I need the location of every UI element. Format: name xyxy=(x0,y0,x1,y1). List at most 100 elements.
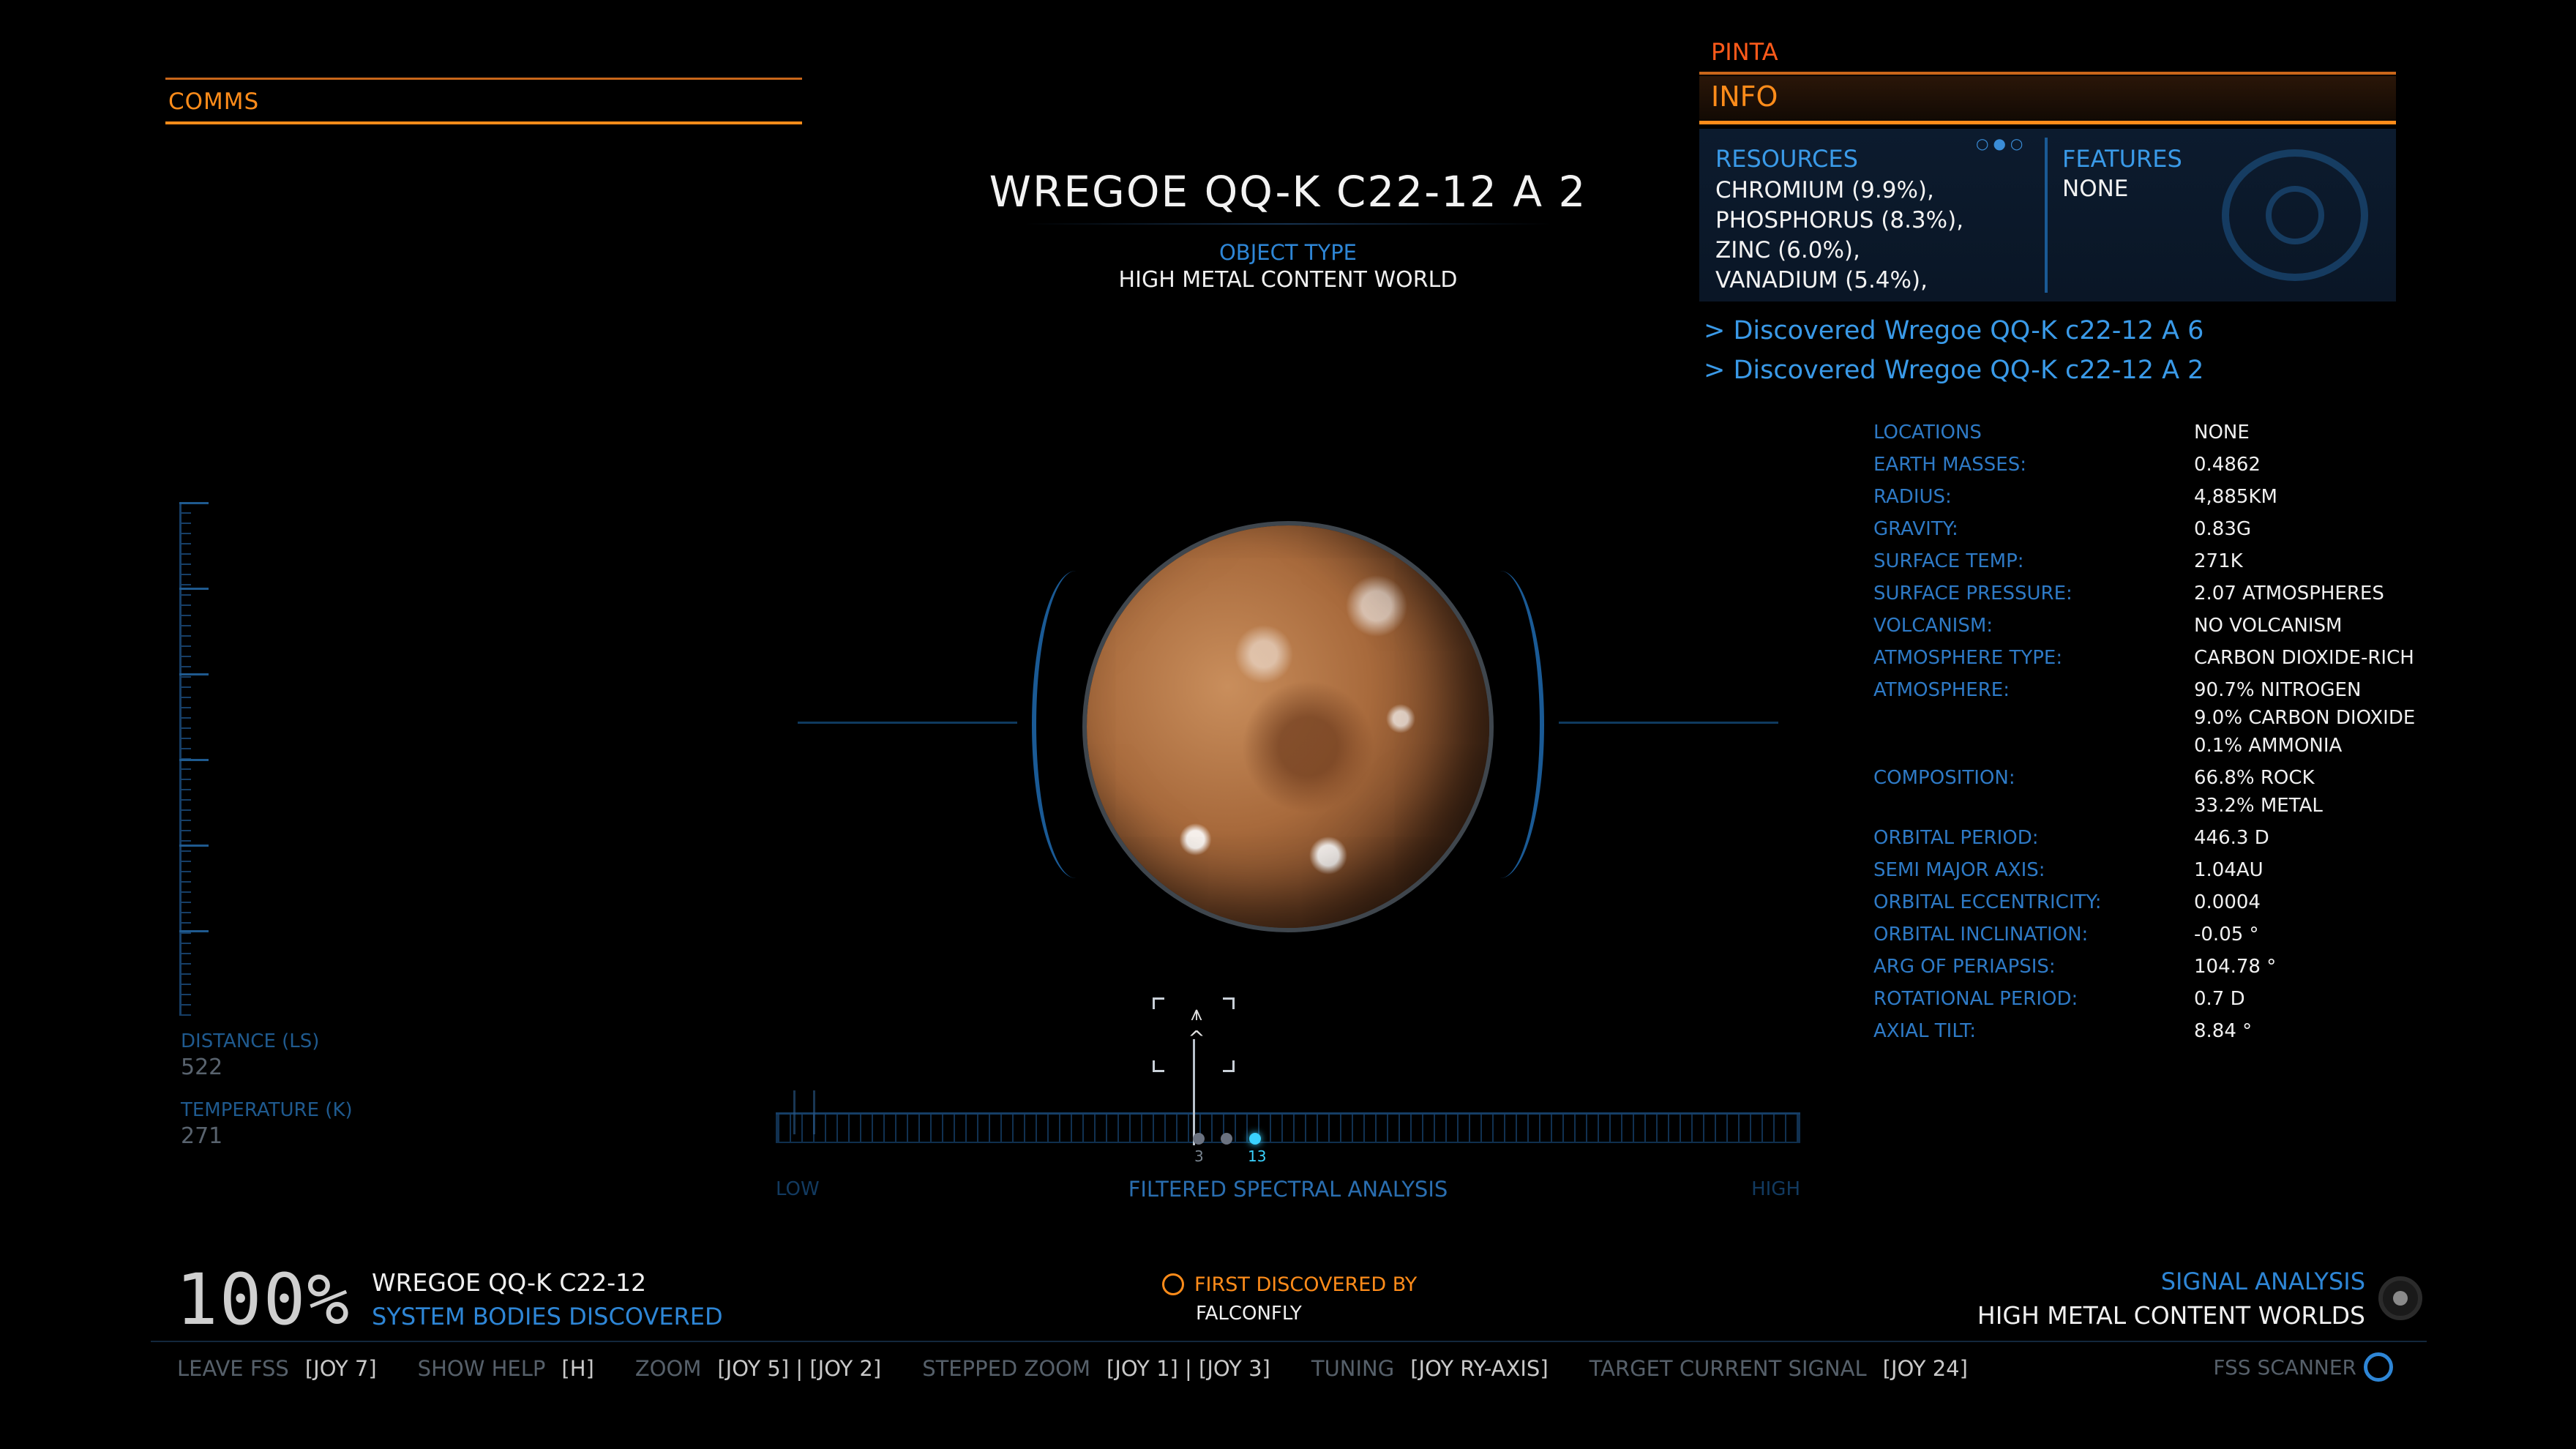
panel-header: PINTA xyxy=(1711,38,1778,66)
property-row: ATMOSPHERE TYPE: CARBON DIOXIDE-RICH xyxy=(1873,644,2430,672)
property-value: 446.3 D xyxy=(2194,827,2269,849)
property-label: AXIAL TILT: xyxy=(1873,1020,1977,1042)
signal-dot-active[interactable] xyxy=(1249,1133,1261,1145)
property-value: 8.84 ° xyxy=(2194,1020,2253,1042)
keybind-tuning[interactable]: TUNING [JOY RY-AXIS] xyxy=(1311,1356,1549,1385)
keybind-leave-fss[interactable]: LEAVE FSS [JOY 7] xyxy=(177,1356,377,1385)
property-row: COMPOSITION: 66.8% ROCK 33.2% METAL xyxy=(1873,764,2430,820)
keybind-label: TUNING xyxy=(1311,1356,1395,1381)
spectral-analysis[interactable]: ⩚ ^ 3 13 LOW FILTERED SPECTRAL ANALYSIS H… xyxy=(776,995,1800,1215)
tuning-needle[interactable] xyxy=(1193,1039,1195,1145)
keybind-key: [JOY RY-AXIS] xyxy=(1410,1356,1549,1381)
first-discovered-label: FIRST DISCOVERED BY xyxy=(1194,1273,1418,1296)
features-title: FEATURES xyxy=(2062,145,2182,173)
property-label: ROTATIONAL PERIOD: xyxy=(1873,988,2078,1010)
system-name: WREGOE QQ-K C22-12 xyxy=(372,1268,647,1297)
keybind-label: TARGET CURRENT SIGNAL xyxy=(1589,1356,1867,1381)
property-value: 4,885KM xyxy=(2194,486,2277,508)
signal-analysis-label: SIGNAL ANALYSIS xyxy=(2160,1268,2365,1295)
signal-dot[interactable] xyxy=(1193,1133,1205,1145)
info-divider xyxy=(2045,138,2048,293)
info-box: ○●○ RESOURCES CHROMIUM (9.9%), PHOSPHORU… xyxy=(1699,129,2396,302)
keybind-show-help[interactable]: SHOW HELP [H] xyxy=(418,1356,594,1385)
keybind-key: [H] xyxy=(561,1356,594,1381)
temperature-value: 271 xyxy=(181,1123,223,1149)
property-row: VOLCANISM: NO VOLCANISM xyxy=(1873,612,2430,640)
comms-panel[interactable]: COMMS xyxy=(165,78,802,124)
property-value: 2.07 ATMOSPHERES xyxy=(2194,583,2384,604)
features-value: NONE xyxy=(2062,176,2129,202)
property-label: ORBITAL PERIOD: xyxy=(1873,827,2039,849)
property-row: ROTATIONAL PERIOD: 0.7 D xyxy=(1873,985,2430,1013)
property-row: SEMI MAJOR AXIS: 1.04AU xyxy=(1873,856,2430,884)
property-label: RADIUS: xyxy=(1873,486,1952,508)
property-label: ATMOSPHERE: xyxy=(1873,679,2010,701)
property-label: SURFACE PRESSURE: xyxy=(1873,583,2073,604)
keybind-target-current-signal[interactable]: TARGET CURRENT SIGNAL [JOY 24] xyxy=(1590,1356,1968,1385)
property-value: 0.0004 xyxy=(2194,891,2261,913)
keybind-label: SHOW HELP xyxy=(417,1356,546,1381)
property-label: ORBITAL INCLINATION: xyxy=(1873,924,2089,946)
reticle-line-left xyxy=(798,722,1017,724)
temperature-label: TEMPERATURE (K) xyxy=(181,1099,353,1121)
signal-dot[interactable] xyxy=(1221,1133,1232,1145)
reticle-line-right xyxy=(1559,722,1778,724)
property-label: ARG OF PERIAPSIS: xyxy=(1873,956,2056,978)
keybind-label: LEAVE FSS xyxy=(177,1356,289,1381)
property-label: ATMOSPHERE TYPE: xyxy=(1873,647,2063,669)
system-bodies-discovered-label: SYSTEM BODIES DISCOVERED xyxy=(372,1303,723,1330)
property-value: NO VOLCANISM xyxy=(2194,615,2343,637)
spectral-title: FILTERED SPECTRAL ANALYSIS xyxy=(1128,1177,1448,1202)
property-label: GRAVITY: xyxy=(1873,518,1958,540)
spectral-high-label: HIGH xyxy=(1751,1178,1800,1200)
property-value: 0.7 D xyxy=(2194,988,2245,1010)
discovery-percent: 100% xyxy=(176,1259,351,1341)
planet-viewport[interactable] xyxy=(798,512,1778,937)
spectral-axis xyxy=(776,1112,1800,1115)
page-indicator[interactable]: ○●○ xyxy=(1976,135,2027,152)
property-label: VOLCANISM: xyxy=(1873,615,1993,637)
keybind-key: [JOY 1] | [JOY 3] xyxy=(1107,1356,1270,1381)
signal-analysis-value: HIGH METAL CONTENT WORLDS xyxy=(1977,1301,2365,1330)
resource-item: PHOSPHORUS (8.3%), xyxy=(1715,207,1964,233)
property-label: SEMI MAJOR AXIS: xyxy=(1873,859,2045,881)
property-row: ARG OF PERIAPSIS: 104.78 ° xyxy=(1873,953,2430,981)
panel-header-line xyxy=(1699,72,2396,75)
keybind-divider xyxy=(151,1341,2427,1342)
resource-item: ZINC (6.0%), xyxy=(1715,237,1860,263)
keybind-stepped-zoom[interactable]: STEPPED ZOOM [JOY 1] | [JOY 3] xyxy=(922,1356,1270,1385)
property-label: SURFACE TEMP: xyxy=(1873,550,2024,572)
property-value: 271K xyxy=(2194,550,2243,572)
property-label: EARTH MASSES: xyxy=(1873,454,2027,476)
discovery-log-item[interactable]: > Discovered Wregoe QQ-K c22-12 A 6 xyxy=(1704,316,2204,345)
discovery-log-item[interactable]: > Discovered Wregoe QQ-K c22-12 A 2 xyxy=(1704,356,2204,385)
keybind-key: [JOY 24] xyxy=(1882,1356,1968,1381)
spectral-ruler xyxy=(776,1112,1800,1142)
keybind-bar: LEAVE FSS [JOY 7] SHOW HELP [H] ZOOM [JO… xyxy=(177,1356,2009,1385)
property-row: AXIAL TILT: 8.84 ° xyxy=(1873,1017,2430,1045)
tab-info[interactable]: INFO xyxy=(1699,76,2396,124)
reticle-corner xyxy=(1153,997,1164,1009)
distance-label: DISTANCE (LS) xyxy=(181,1030,320,1052)
property-row: SURFACE TEMP: 271K xyxy=(1873,547,2430,575)
property-row: EARTH MASSES: 0.4862 xyxy=(1873,451,2430,479)
planet-image[interactable] xyxy=(1087,525,1489,928)
fss-scanner-icon xyxy=(2364,1352,2393,1382)
property-value: 90.7% NITROGEN 9.0% CARBON DIOXIDE 0.1% … xyxy=(2194,679,2416,757)
resources-title: RESOURCES xyxy=(1715,145,1858,173)
keybind-label: ZOOM xyxy=(634,1356,702,1381)
property-value: 0.4862 xyxy=(2194,454,2261,476)
property-value: NONE xyxy=(2194,422,2250,443)
tuning-arrow-icon: ⩚ ^ xyxy=(1188,1001,1205,1050)
comms-label: COMMS xyxy=(168,89,260,115)
discoverer-icon xyxy=(1162,1273,1184,1295)
keybind-key: [JOY 5] | [JOY 2] xyxy=(717,1356,882,1381)
property-value: 66.8% ROCK 33.2% METAL xyxy=(2194,767,2323,817)
resource-item: VANADIUM (5.4%), xyxy=(1715,267,1928,293)
keybind-zoom[interactable]: ZOOM [JOY 5] | [JOY 2] xyxy=(635,1356,881,1385)
spectral-spike xyxy=(793,1090,815,1134)
object-type-value: HIGH METAL CONTENT WORLD xyxy=(1118,267,1458,293)
resources-list: CHROMIUM (9.9%), PHOSPHORUS (8.3%), ZINC… xyxy=(1715,176,2045,296)
signal-analysis-icon[interactable] xyxy=(2378,1276,2422,1320)
tab-info-label: INFO xyxy=(1711,80,1778,113)
